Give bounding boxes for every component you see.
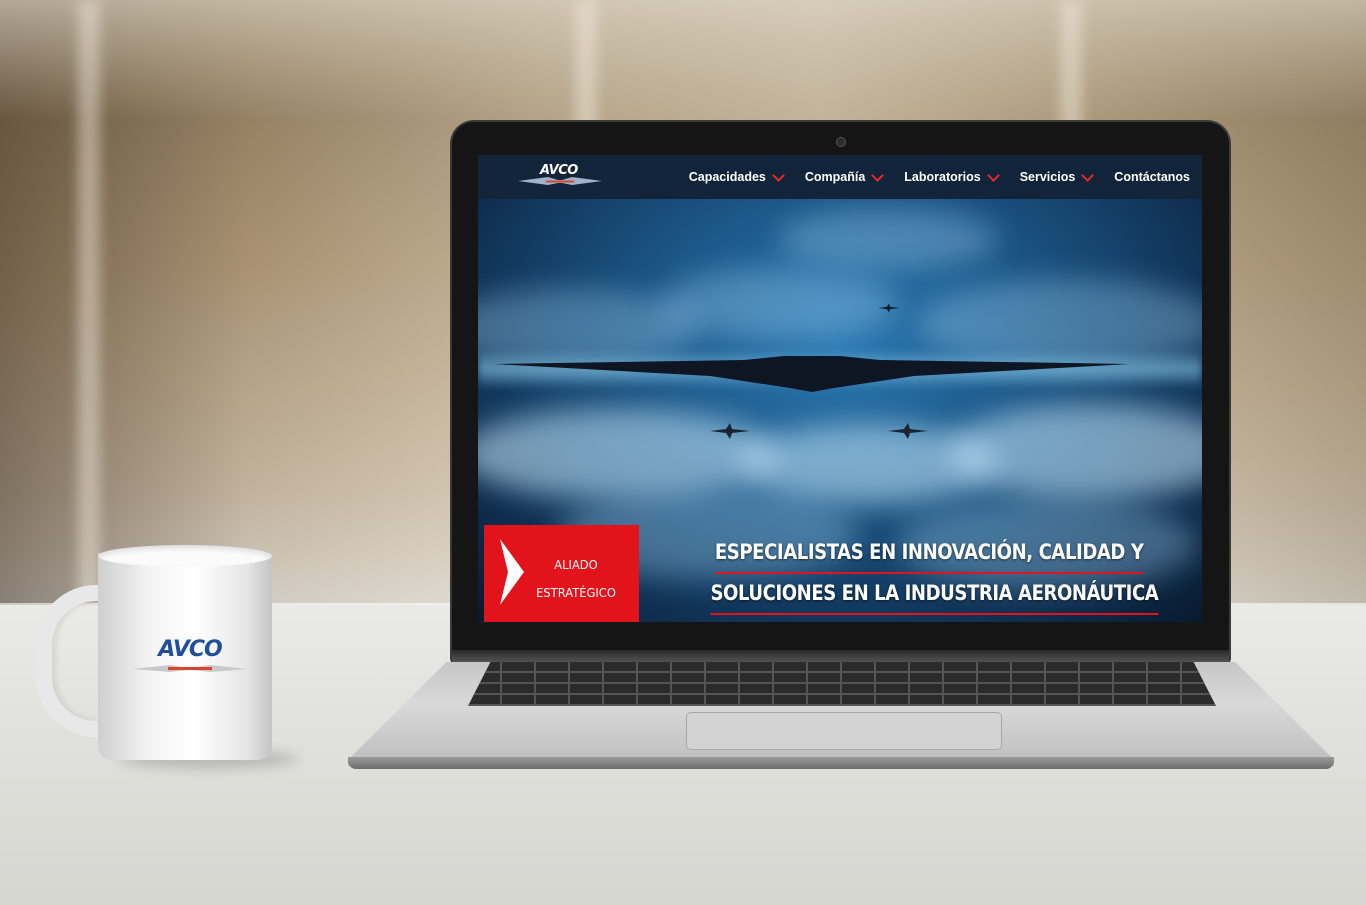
mug-logo-wings-icon xyxy=(132,665,248,672)
laptop-front-edge xyxy=(348,757,1334,769)
stealth-bomber-icon xyxy=(494,356,1130,392)
bomber-silhouette-icon xyxy=(500,539,524,605)
chevron-down-icon xyxy=(871,168,885,182)
site-logo[interactable]: AVCO xyxy=(518,163,602,191)
keyboard-keys xyxy=(468,662,1216,706)
hero-banner: ALIADO ESTRATÉGICO ESPECIALISTAS EN INNO… xyxy=(478,199,1202,622)
nav-item-contactanos[interactable]: Contáctanos xyxy=(1114,170,1190,184)
nav-menu: Capacidades Compañía Laboratorios Servic… xyxy=(667,155,1190,199)
laptop-screen: AVCO Capacidades Compañía Laboratorios S… xyxy=(478,155,1202,622)
nav-item-label: Servicios xyxy=(1019,170,1076,184)
logo-wings-icon xyxy=(518,177,602,185)
badge-text: ALIADO ESTRATÉGICO xyxy=(530,551,622,607)
fighter-jet-icon xyxy=(888,423,928,439)
cloud xyxy=(658,269,898,339)
ceiling-glow xyxy=(0,0,1366,120)
chevron-down-icon xyxy=(771,168,785,182)
cloud xyxy=(948,404,1202,499)
nav-item-laboratorios[interactable]: Laboratorios xyxy=(904,168,1000,184)
nav-item-label: Compañía xyxy=(804,170,866,184)
chevron-down-icon xyxy=(1081,168,1095,182)
nav-item-label: Laboratorios xyxy=(904,170,981,184)
hero-headline: ESPECIALISTAS EN INNOVACIÓN, CALIDAD Y S… xyxy=(674,533,1184,615)
logo-word: AVCO xyxy=(540,163,578,178)
mug-logo: AVCO xyxy=(130,637,250,681)
nav-item-compania[interactable]: Compañía xyxy=(804,168,885,184)
aliado-estrategico-badge[interactable]: ALIADO ESTRATÉGICO xyxy=(484,525,639,622)
nav-item-label: Capacidades xyxy=(688,170,766,184)
laptop-keyboard xyxy=(468,662,1216,706)
site-navbar: AVCO Capacidades Compañía Laboratorios S… xyxy=(478,155,1202,199)
webcam-icon xyxy=(836,137,846,147)
fighter-jet-icon xyxy=(710,423,750,439)
headline-line-2: SOLUCIONES EN LA INDUSTRIA AERONÁUTICA xyxy=(710,574,1159,615)
laptop-hinge xyxy=(452,650,1229,664)
nav-item-capacidades[interactable]: Capacidades xyxy=(688,168,785,184)
chevron-down-icon xyxy=(986,168,1000,182)
badge-line-1: ALIADO xyxy=(554,557,598,572)
fighter-jet-icon xyxy=(878,303,900,313)
badge-line-2: ESTRATÉGICO xyxy=(536,585,616,600)
laptop-touchpad xyxy=(686,712,1002,750)
window-pillar xyxy=(78,0,100,610)
mug-rim xyxy=(98,545,272,567)
nav-item-label: Contáctanos xyxy=(1114,170,1190,184)
nav-item-servicios[interactable]: Servicios xyxy=(1019,168,1095,184)
mug-logo-word: AVCO xyxy=(158,637,222,662)
coffee-mug: AVCO xyxy=(36,545,298,768)
headline-line-1: ESPECIALISTAS EN INNOVACIÓN, CALIDAD Y xyxy=(714,533,1144,574)
cloud xyxy=(778,209,998,269)
